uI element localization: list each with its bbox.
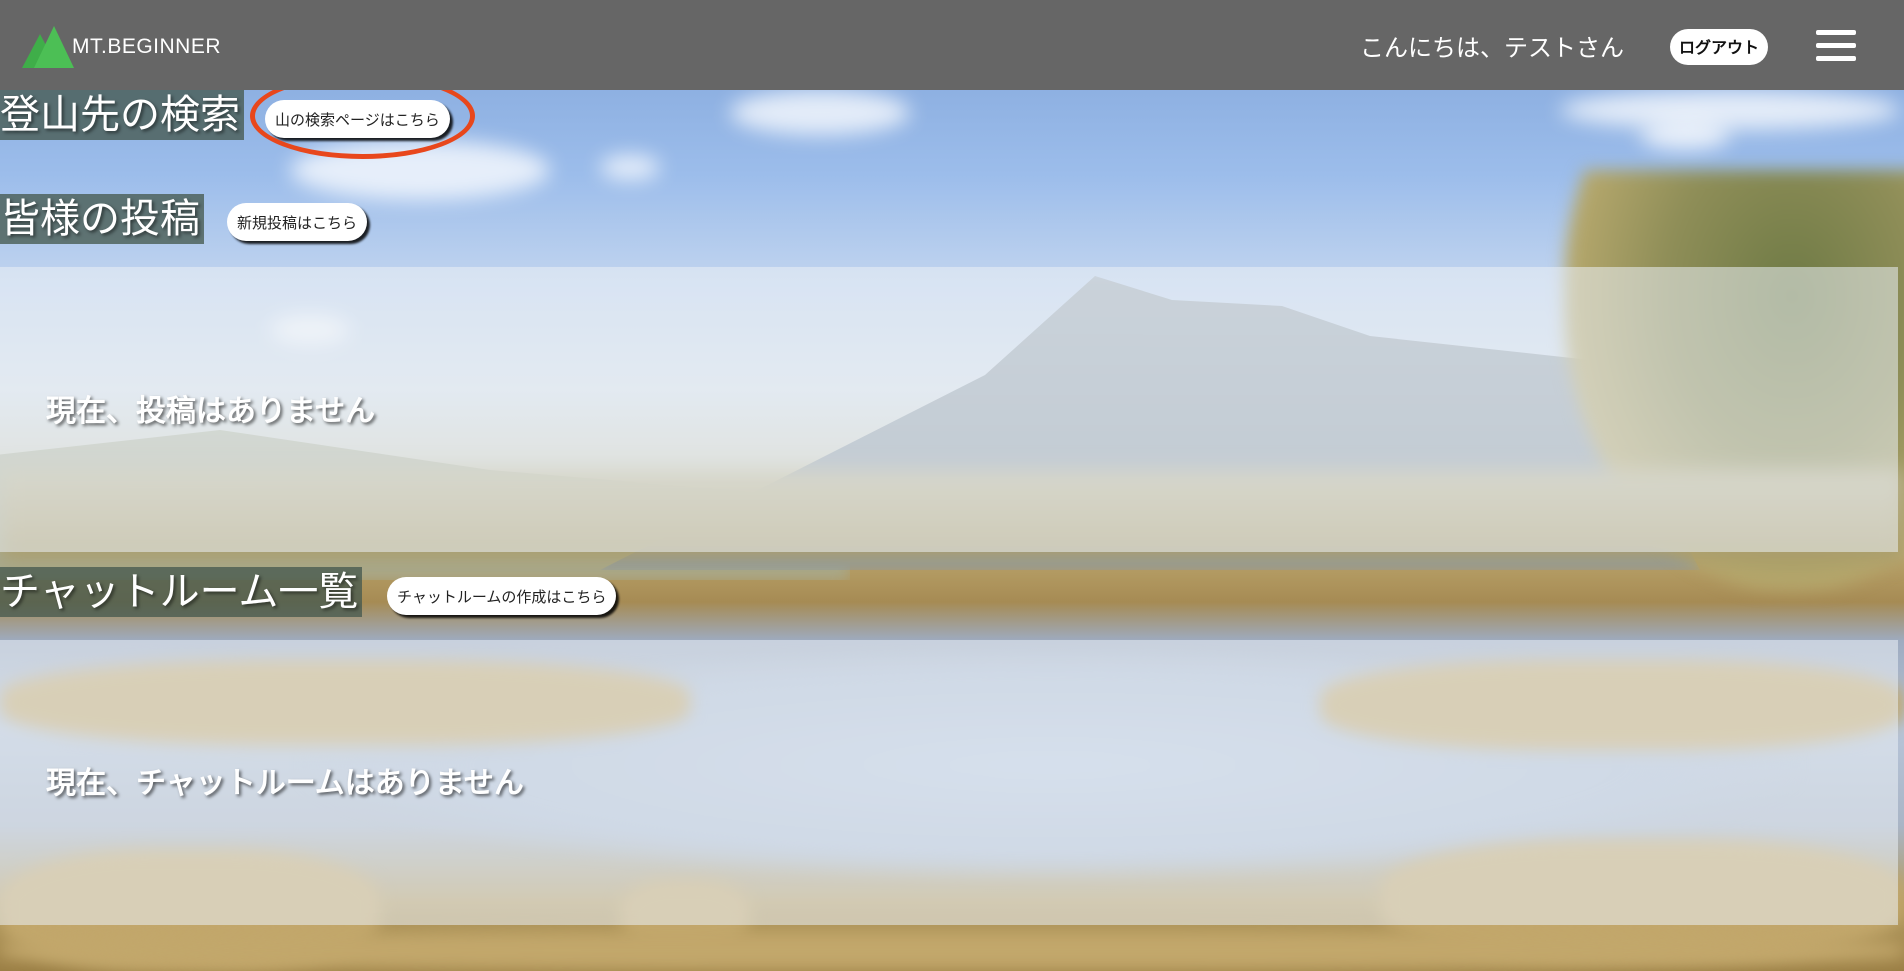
- logo-text: MT.BEGINNER: [72, 35, 222, 58]
- posts-section-title: 皆様の投稿: [0, 194, 204, 244]
- search-section-title: 登山先の検索: [0, 90, 244, 140]
- chatrooms-section-title: チャットルーム一覧: [0, 567, 363, 617]
- hamburger-menu-icon[interactable]: [1816, 30, 1856, 62]
- user-greeting: こんにちは、テストさん: [1360, 34, 1624, 62]
- no-chatrooms-message: 現在、チャットルームはありません: [46, 766, 524, 801]
- create-chatroom-button[interactable]: チャットルームの作成はこちら: [387, 577, 617, 615]
- mountain-logo-icon: [22, 26, 74, 68]
- new-post-button[interactable]: 新規投稿はこちら: [227, 203, 368, 241]
- no-posts-message: 現在、投稿はありません: [46, 394, 376, 429]
- site-logo[interactable]: MT.BEGINNER: [22, 26, 221, 68]
- top-navbar: MT.BEGINNER こんにちは、テストさん ログアウト: [0, 0, 1904, 90]
- logout-button[interactable]: ログアウト: [1670, 29, 1768, 65]
